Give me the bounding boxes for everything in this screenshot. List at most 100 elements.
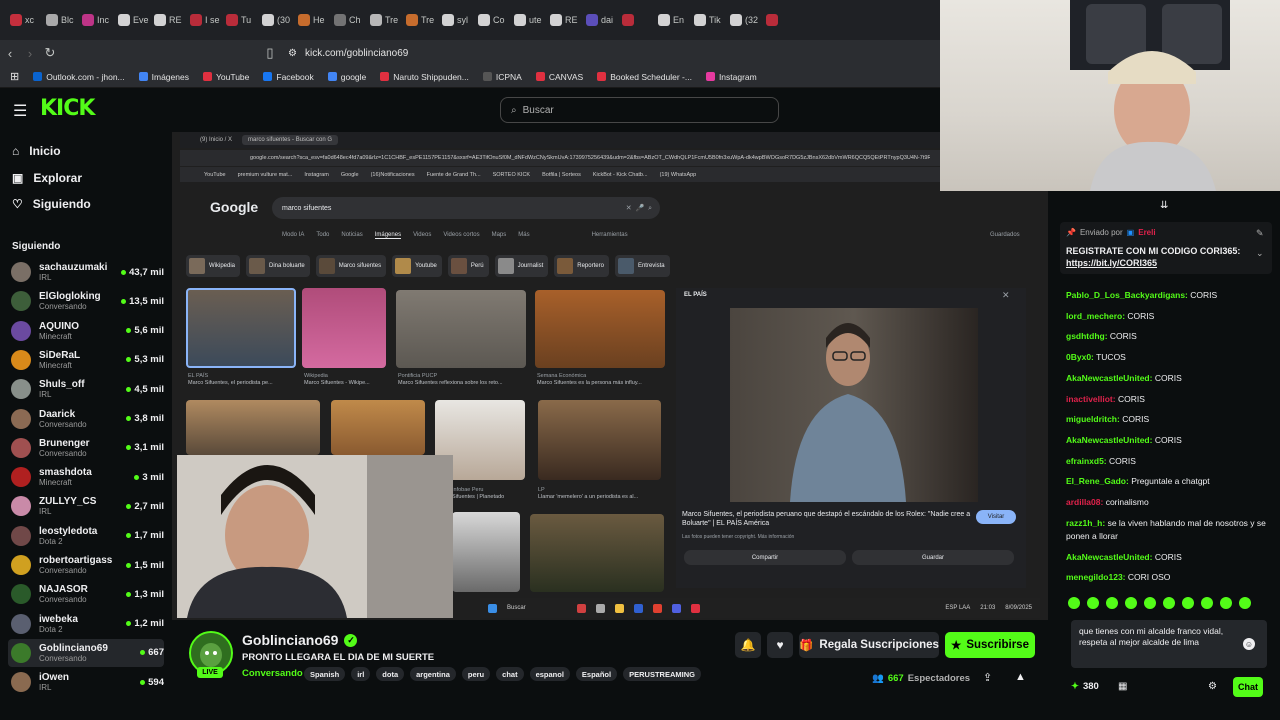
browser-tab[interactable]: RE [546,6,582,34]
menu-icon[interactable]: ☰ [13,101,27,121]
share-icon[interactable]: ⇪ [983,671,992,684]
browser-tab[interactable] [618,6,654,34]
sidebar-channel[interactable]: Brunenger Conversando 3,1 mil [8,434,164,462]
unpin-icon[interactable]: ✎ [1256,228,1264,239]
streamer-name[interactable]: Goblinciano69 ✓ [242,632,358,648]
browser-tab[interactable]: ute [510,6,546,34]
apps-icon[interactable]: ⊞ [10,70,19,83]
chat-username[interactable]: ardilla08: [1066,497,1103,507]
emote-icon[interactable] [1220,597,1232,609]
browser-tab[interactable]: dai [582,6,618,34]
chat-username[interactable]: razz1h_h: [1066,518,1105,528]
reload-icon[interactable]: ↻ [40,45,60,61]
collapse-icon[interactable]: ⇊ [1160,200,1168,211]
bookmark-item[interactable]: Instagram [705,72,757,82]
emote-icon[interactable] [1087,597,1099,609]
stream-tag[interactable]: peru [461,667,491,681]
browser-tab[interactable]: (30 [258,6,294,34]
chat-username[interactable]: lord_mechero: [1066,311,1125,321]
browser-tab[interactable]: Co [474,6,510,34]
chat-username[interactable]: AkaNewcastleUnited: [1066,373,1152,383]
emote-icon[interactable] [1125,597,1137,609]
nav-home[interactable]: ⌂ Inicio [12,144,61,158]
stream-tag[interactable]: Spanish [304,667,346,681]
stream-tag[interactable]: irl [351,667,371,681]
sidebar-channel[interactable]: leostyledota Dota 2 1,7 mil [8,522,164,550]
chat-username[interactable]: gsdhtdhg: [1066,331,1108,341]
report-icon[interactable]: ▲ [1015,671,1026,683]
browser-tab[interactable]: Tre [366,6,402,34]
browser-tab[interactable]: En [654,6,690,34]
sidebar-channel[interactable]: SiDeRaL Minecraft 5,3 mil [8,346,164,374]
follow-button[interactable]: ♥ [767,632,793,658]
browser-tab[interactable] [762,6,798,34]
emote-icon[interactable] [1106,597,1118,609]
browser-tab[interactable]: Tik [690,6,726,34]
site-info-icon[interactable]: ⚙ [288,48,297,59]
emote-icon[interactable] [1239,597,1251,609]
bookmark-item[interactable]: Facebook [263,72,314,82]
sidebar-channel[interactable]: smashdota Minecraft 3 mil [8,463,164,491]
browser-tab[interactable]: RE [150,6,186,34]
emote-icon[interactable] [1068,597,1080,609]
back-icon[interactable]: ‹ [0,46,20,61]
emoji-icon[interactable]: ☺ [1243,638,1255,650]
sidebar-channel[interactable]: sachauzumaki IRL 43,7 mil [8,258,164,286]
browser-tab[interactable]: Tu [222,6,258,34]
browser-tab[interactable]: Blc [42,6,78,34]
browser-tab[interactable]: He [294,6,330,34]
gift-icon[interactable]: ▦ [1118,681,1127,692]
gift-subs-button[interactable]: 🎁 Regala Suscripciones [799,632,939,658]
sidebar-channel[interactable]: ElGlogloking Conversando 13,5 mil [8,287,164,315]
browser-tab[interactable]: Eve [114,6,150,34]
settings-icon[interactable]: ⚙ [1208,681,1217,692]
forward-icon[interactable]: › [20,46,40,61]
browser-tab[interactable]: (32 [726,6,762,34]
nav-explore[interactable]: ▣ Explorar [12,171,82,185]
browser-tab[interactable]: syl [438,6,474,34]
channel-points[interactable]: ✦ 380 [1071,681,1099,692]
search-input[interactable]: ⌕ Buscar [500,97,779,123]
stream-tag[interactable]: espanol [529,667,570,681]
chat-username[interactable]: 0Byx0: [1066,352,1094,362]
sidebar-channel[interactable]: AQUINO Minecraft 5,6 mil [8,317,164,345]
emote-icon[interactable] [1163,597,1175,609]
sidebar-channel[interactable]: Goblinciano69 Conversando 667 [8,638,164,667]
chat-username[interactable]: migueldritch: [1066,414,1120,424]
chat-username[interactable]: AkaNewcastleUnited: [1066,435,1152,445]
kick-logo[interactable]: KICK [40,96,95,121]
bookmark-item[interactable]: CANVAS [535,72,583,82]
sidebar-channel[interactable]: robertoartigass Conversando 1,5 mil [8,551,164,579]
stream-tag[interactable]: Español [575,667,618,681]
bookmark-item[interactable]: ICPNA [482,72,522,82]
browser-tab[interactable]: Tre [402,6,438,34]
emote-icon[interactable] [1144,597,1156,609]
chat-username[interactable]: inactivelliot: [1066,394,1116,404]
chat-username[interactable]: AkaNewcastleUnited: [1066,552,1152,562]
bookmark-item[interactable]: google [327,72,366,82]
chat-username[interactable]: El_Rene_Gado: [1066,476,1129,486]
chat-username[interactable]: Pablo_D_Los_Backyardigans: [1066,290,1188,300]
browser-tab[interactable]: I se [186,6,222,34]
bookmark-icon[interactable]: ▯ [260,45,280,61]
sidebar-channel[interactable]: iOwen IRL 594 [8,668,164,696]
emote-icon[interactable] [1182,597,1194,609]
bookmark-item[interactable]: Booked Scheduler -... [597,72,692,82]
nav-following[interactable]: ♡ Siguiendo [12,197,91,211]
subscribe-button[interactable]: ★ Suscribirse [945,632,1035,658]
browser-tab[interactable]: xc [6,6,42,34]
bookmark-item[interactable]: Imágenes [138,72,189,82]
browser-tab[interactable]: Inc [78,6,114,34]
notification-bell-button[interactable]: 🔔 [735,632,761,658]
sidebar-channel[interactable]: NAJASOR Conversando 1,3 mil [8,580,164,608]
bookmark-item[interactable]: YouTube [202,72,249,82]
pinned-link[interactable]: https://bit.ly/CORI365 [1066,257,1264,269]
sidebar-channel[interactable]: iwebeka Dota 2 1,2 mil [8,610,164,638]
emote-icon[interactable] [1201,597,1213,609]
bookmark-item[interactable]: Naruto Shippuden... [380,72,469,82]
stream-tag[interactable]: dota [376,667,405,681]
chat-username[interactable]: efrainxd5: [1066,456,1107,466]
stream-category[interactable]: Conversando [242,668,303,679]
chat-send-button[interactable]: Chat [1233,677,1263,697]
chat-input[interactable]: que tienes con mi alcalde franco vidal, … [1071,620,1267,668]
